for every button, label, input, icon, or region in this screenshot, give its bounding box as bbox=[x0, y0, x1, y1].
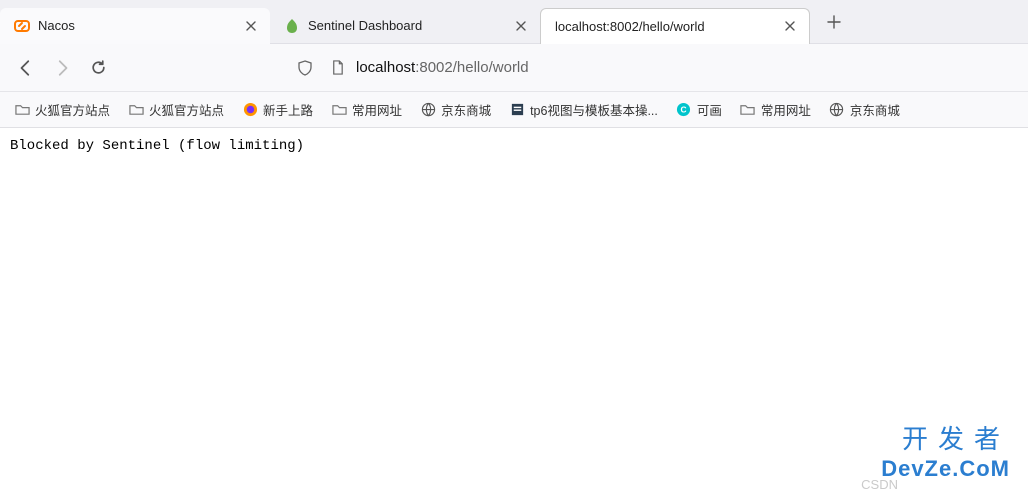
folder-icon bbox=[331, 102, 347, 118]
bookmark-item[interactable]: 京东商城 bbox=[823, 96, 906, 124]
tab-current[interactable]: localhost:8002/hello/world bbox=[540, 8, 810, 44]
csdn-watermark: CSDN bbox=[861, 477, 898, 492]
globe-icon bbox=[420, 102, 436, 118]
bookmark-label: 火狐官方站点 bbox=[35, 100, 110, 119]
bookmark-label: 可画 bbox=[697, 100, 722, 119]
nav-toolbar: localhost:8002/hello/world bbox=[0, 44, 1028, 92]
new-tab-button[interactable] bbox=[818, 6, 850, 38]
tab-label: localhost:8002/hello/world bbox=[555, 19, 781, 34]
folder-icon bbox=[128, 102, 144, 118]
bookmark-label: tp6视图与模板基本操... bbox=[530, 100, 658, 119]
shield-icon[interactable] bbox=[292, 55, 318, 81]
devze-watermark: 开发者 DevZe.CoM bbox=[881, 419, 1010, 482]
bookmark-label: 京东商城 bbox=[850, 100, 900, 119]
back-button[interactable] bbox=[8, 50, 44, 86]
url-text: localhost:8002/hello/world bbox=[356, 59, 529, 76]
tab-sentinel[interactable]: Sentinel Dashboard bbox=[270, 8, 540, 44]
bookmark-item[interactable]: tp6视图与模板基本操... bbox=[503, 96, 664, 124]
response-body: Blocked by Sentinel (flow limiting) bbox=[10, 138, 1018, 154]
bookmark-label: 常用网址 bbox=[761, 100, 811, 119]
bookmark-label: 京东商城 bbox=[441, 100, 491, 119]
bookmarks-bar: 火狐官方站点 火狐官方站点 新手上路 常用网址 京东商城 tp6视图与模板基本操… bbox=[0, 92, 1028, 128]
bookmark-item[interactable]: 常用网址 bbox=[325, 96, 408, 124]
page-icon bbox=[509, 102, 525, 118]
bookmark-label: 常用网址 bbox=[352, 100, 402, 119]
sentinel-icon bbox=[284, 18, 300, 34]
tab-label: Sentinel Dashboard bbox=[308, 18, 512, 33]
close-icon[interactable] bbox=[781, 17, 799, 35]
bookmark-item[interactable]: 火狐官方站点 bbox=[122, 96, 230, 124]
folder-icon bbox=[14, 102, 30, 118]
firefox-icon bbox=[242, 102, 258, 118]
nacos-icon bbox=[14, 18, 30, 34]
tab-nacos[interactable]: Nacos bbox=[0, 8, 270, 44]
globe-icon bbox=[829, 102, 845, 118]
bookmark-label: 新手上路 bbox=[263, 100, 313, 119]
reload-button[interactable] bbox=[80, 50, 116, 86]
bookmark-item[interactable]: 新手上路 bbox=[236, 96, 319, 124]
bookmark-item[interactable]: C 可画 bbox=[670, 96, 728, 124]
tab-label: Nacos bbox=[38, 18, 242, 33]
tab-bar: Nacos Sentinel Dashboard localhost:8002/… bbox=[0, 0, 1028, 44]
url-bar[interactable]: localhost:8002/hello/world bbox=[286, 50, 1020, 86]
page-content: Blocked by Sentinel (flow limiting) bbox=[0, 128, 1028, 164]
bookmark-item[interactable]: 京东商城 bbox=[414, 96, 497, 124]
bookmark-label: 火狐官方站点 bbox=[149, 100, 224, 119]
canva-icon: C bbox=[676, 102, 692, 118]
bookmark-item[interactable]: 常用网址 bbox=[734, 96, 817, 124]
bookmark-item[interactable]: 火狐官方站点 bbox=[8, 96, 116, 124]
close-icon[interactable] bbox=[512, 17, 530, 35]
svg-text:C: C bbox=[681, 104, 687, 114]
page-icon bbox=[324, 55, 350, 81]
watermark-bottom: DevZe.CoM bbox=[881, 456, 1010, 482]
folder-icon bbox=[740, 102, 756, 118]
watermark-top: 开发者 bbox=[881, 419, 1010, 456]
close-icon[interactable] bbox=[242, 17, 260, 35]
forward-button[interactable] bbox=[44, 50, 80, 86]
